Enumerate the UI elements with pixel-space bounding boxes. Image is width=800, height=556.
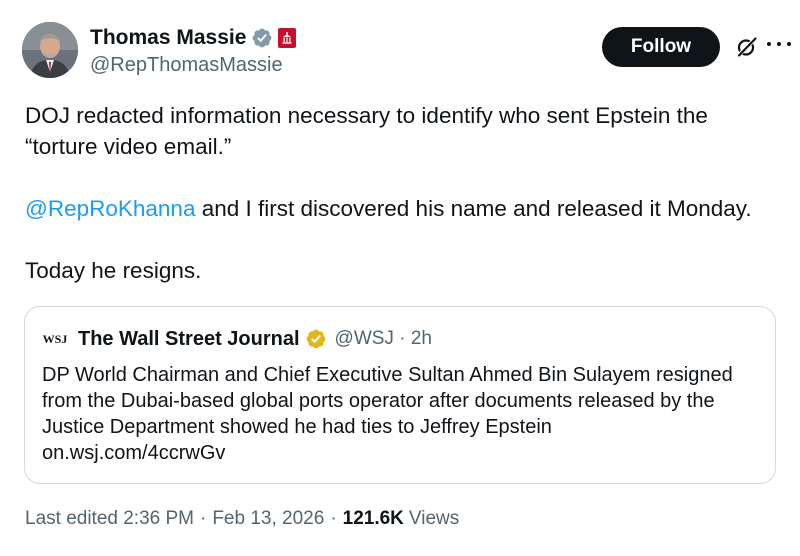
verified-badge-icon[interactable] xyxy=(251,27,273,49)
quoted-tweet-header: WSJ The Wall Street Journal @WSJ · 2h xyxy=(42,327,432,351)
quoted-tweet-text: DP World Chairman and Chief Executive Su… xyxy=(42,364,733,464)
quoted-author-name: The Wall Street Journal xyxy=(78,327,300,350)
quoted-link[interactable]: on.wsj.com/4ccrwGv xyxy=(42,442,225,464)
tweet-line: @RepRoKhanna and I first discovered his … xyxy=(25,196,752,221)
house-affiliation-icon[interactable] xyxy=(278,28,297,48)
tweet-line: “torture video email.” xyxy=(25,134,232,159)
tweet-header: Thomas Massie @RepThomasMassie Follow xyxy=(22,22,791,80)
author-info: Thomas Massie @RepThomasMassie xyxy=(90,24,297,77)
quoted-handle-time: @WSJ · 2h xyxy=(334,328,432,349)
avatar[interactable] xyxy=(22,22,78,78)
wsj-logo: WSJ xyxy=(42,331,68,346)
tweet-line: DOJ redacted information necessary to id… xyxy=(25,103,708,128)
views-label: Views xyxy=(408,508,460,529)
tweet-date[interactable]: Feb 13, 2026 xyxy=(212,508,324,530)
edited-time[interactable]: Last edited 2:36 PM xyxy=(25,508,194,530)
more-icon[interactable] xyxy=(767,32,791,56)
tweet-meta: Last edited 2:36 PM · Feb 13, 2026 · 121… xyxy=(25,508,460,530)
follow-button[interactable]: Follow xyxy=(602,27,720,67)
mention-link[interactable]: @RepRoKhanna xyxy=(25,196,195,221)
author-name[interactable]: Thomas Massie xyxy=(90,26,246,50)
tweet-line: Today he resigns. xyxy=(25,258,202,283)
quoted-tweet-card[interactable]: WSJ The Wall Street Journal @WSJ · 2h DP… xyxy=(24,306,776,484)
grok-icon[interactable] xyxy=(735,35,759,59)
views-count: 121.6K xyxy=(342,508,404,529)
verified-gold-icon xyxy=(306,329,325,349)
author-handle[interactable]: @RepThomasMassie xyxy=(90,54,296,77)
tweet-text: DOJ redacted information necessary to id… xyxy=(25,100,780,286)
